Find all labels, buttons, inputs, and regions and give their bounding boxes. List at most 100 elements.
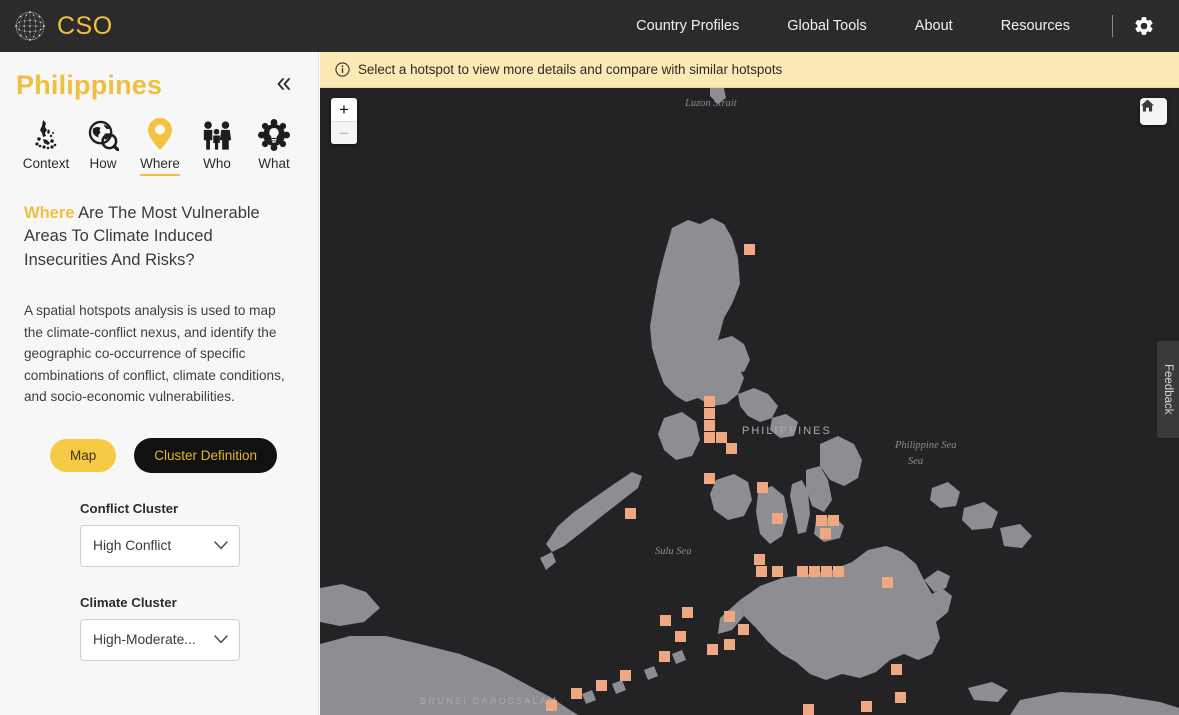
hotspot-marker[interactable] <box>895 692 906 703</box>
collapse-sidebar-button[interactable] <box>274 70 296 96</box>
info-banner-text: Select a hotspot to view more details an… <box>358 62 782 77</box>
hotspot-marker[interactable] <box>596 680 607 691</box>
section-question: Where Are The Most Vulnerable Areas To C… <box>24 202 294 272</box>
tab-label-who: Who <box>203 156 231 174</box>
hotspot-marker[interactable] <box>659 651 670 662</box>
conflict-cluster-field: Conflict Cluster High Conflict <box>80 501 240 567</box>
philippines-map-icon <box>31 117 61 151</box>
map-label-sulu-sea: Sulu Sea <box>655 546 691 557</box>
left-sidebar: Philippines <box>0 52 319 715</box>
app-root: CSO Country Profiles Global Tools About … <box>0 0 1179 715</box>
globe-wireframe-icon <box>12 8 48 44</box>
hotspot-marker[interactable] <box>772 566 783 577</box>
conflict-cluster-value: High Conflict <box>93 538 171 553</box>
feedback-label: Feedback <box>1162 364 1174 415</box>
hotspot-marker[interactable] <box>738 624 749 635</box>
people-group-icon <box>201 117 233 151</box>
hotspot-marker[interactable] <box>828 515 839 526</box>
hotspot-marker[interactable] <box>716 432 727 443</box>
hotspot-marker[interactable] <box>682 607 693 618</box>
climate-cluster-label: Climate Cluster <box>80 595 240 610</box>
section-tabs: Context How <box>0 101 318 176</box>
zoom-out-button[interactable]: − <box>331 121 357 144</box>
cluster-definition-button[interactable]: Cluster Definition <box>134 438 277 473</box>
zoom-in-button[interactable]: + <box>331 98 357 121</box>
hotspot-marker[interactable] <box>803 704 814 715</box>
hotspot-marker[interactable] <box>724 611 735 622</box>
hotspot-marker[interactable] <box>704 432 715 443</box>
hotspot-marker[interactable] <box>757 482 768 493</box>
hotspot-marker[interactable] <box>891 664 902 675</box>
hotspot-marker[interactable] <box>882 577 893 588</box>
hotspot-marker[interactable] <box>820 528 831 539</box>
country-header: Philippines <box>0 52 318 101</box>
main-nav: Country Profiles Global Tools About Reso… <box>612 15 1179 37</box>
hotspot-marker[interactable] <box>704 420 715 431</box>
nav-item-resources[interactable]: Resources <box>977 18 1094 34</box>
hotspot-marker[interactable] <box>744 244 755 255</box>
feedback-tab[interactable]: Feedback <box>1157 341 1179 438</box>
brand-name: CSO <box>57 12 113 41</box>
map-toggle-button[interactable]: Map <box>50 439 116 472</box>
climate-cluster-select[interactable]: High-Moderate... <box>80 619 240 661</box>
brand-logo[interactable]: CSO <box>0 8 113 44</box>
hotspot-marker[interactable] <box>571 688 582 699</box>
hotspot-marker[interactable] <box>620 670 631 681</box>
hotspot-marker[interactable] <box>660 615 671 626</box>
hotspot-marker[interactable] <box>756 566 767 577</box>
tab-how[interactable]: How <box>75 117 131 176</box>
map-label-philippine-sea-2: Sea <box>908 456 923 467</box>
hotspot-marker[interactable] <box>707 644 718 655</box>
tab-where[interactable]: Where <box>132 117 188 176</box>
hotspot-marker[interactable] <box>754 554 765 565</box>
conflict-cluster-select[interactable]: High Conflict <box>80 525 240 567</box>
reset-view-button[interactable] <box>1140 98 1167 125</box>
tab-label-where: Where <box>140 156 180 176</box>
hotspot-marker[interactable] <box>797 566 808 577</box>
hotspot-marker[interactable] <box>816 515 827 526</box>
hotspot-marker[interactable] <box>833 566 844 577</box>
home-icon <box>1140 98 1155 113</box>
nav-item-global-tools[interactable]: Global Tools <box>763 18 891 34</box>
map-canvas[interactable]: Luzon Strait PHILIPPINES Philippine Sea … <box>320 88 1179 715</box>
chevron-down-icon <box>214 541 228 550</box>
hotspot-marker[interactable] <box>724 639 735 650</box>
map-label-brunei-darussalam: BRUNEI DARUSSALAM <box>420 696 558 707</box>
map-landmass-group <box>320 88 1179 715</box>
hotspot-marker[interactable] <box>675 631 686 642</box>
map-pin-icon <box>147 117 173 151</box>
map-zoom-controls: + − <box>331 98 357 144</box>
hotspot-marker[interactable] <box>704 473 715 484</box>
hotspot-marker[interactable] <box>704 408 715 419</box>
map-label-philippines: PHILIPPINES <box>742 425 832 437</box>
settings-button[interactable] <box>1119 15 1165 37</box>
gear-icon <box>1133 15 1155 37</box>
top-navigation-bar: CSO Country Profiles Global Tools About … <box>0 0 1179 52</box>
tab-label-context: Context <box>23 156 70 174</box>
globe-magnifier-icon <box>88 117 119 151</box>
hotspot-marker[interactable] <box>546 700 557 711</box>
tab-label-what: What <box>258 156 290 174</box>
nav-item-country-profiles[interactable]: Country Profiles <box>612 18 763 34</box>
chevron-down-icon <box>214 635 228 644</box>
question-highlight: Where <box>24 204 74 222</box>
view-toggle-group: Map Cluster Definition <box>50 438 318 473</box>
tab-what[interactable]: What <box>246 117 302 176</box>
map-label-luzon-strait: Luzon Strait <box>684 98 738 109</box>
tab-who[interactable]: Who <box>189 117 245 176</box>
hotspot-marker[interactable] <box>861 701 872 712</box>
hotspot-marker[interactable] <box>809 566 820 577</box>
info-circle-icon <box>335 62 350 77</box>
hotspot-marker[interactable] <box>704 396 715 407</box>
hotspot-marker[interactable] <box>821 566 832 577</box>
hotspot-marker[interactable] <box>625 508 636 519</box>
info-banner: Select a hotspot to view more details an… <box>320 52 1179 88</box>
tab-context[interactable]: Context <box>18 117 74 176</box>
climate-cluster-value: High-Moderate... <box>93 632 196 647</box>
nav-item-about[interactable]: About <box>891 18 977 34</box>
tab-label-how: How <box>89 156 116 174</box>
hotspot-marker[interactable] <box>726 443 737 454</box>
hotspot-marker[interactable] <box>772 513 783 524</box>
double-chevron-left-icon <box>274 76 294 92</box>
page-title: Philippines <box>16 70 162 101</box>
